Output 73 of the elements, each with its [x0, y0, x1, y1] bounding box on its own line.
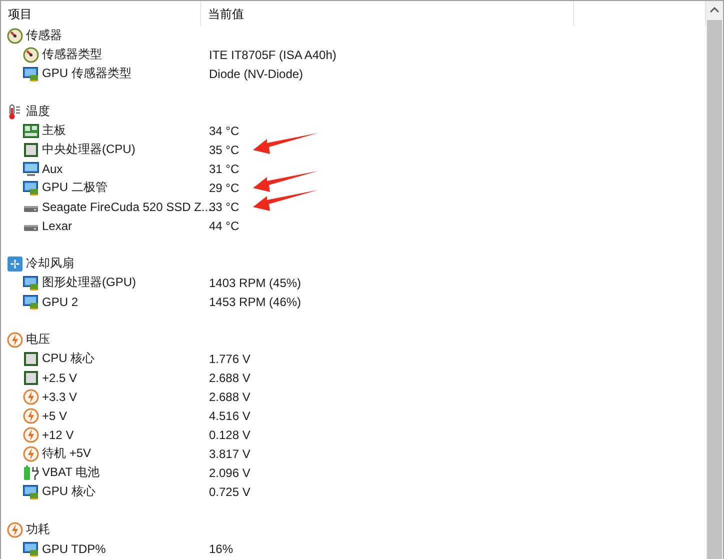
sensor-name[interactable]: Seagate FireCuda 520 SSD Z... [42, 200, 212, 214]
sensor-value: 2.096 V [209, 466, 250, 480]
lightning-icon [23, 426, 39, 442]
sensor-name[interactable]: GPU TDP% [42, 542, 106, 556]
sensor-name[interactable]: 待机 +5V [42, 445, 92, 462]
sensor-name[interactable]: +3.3 V [42, 390, 78, 404]
sensor-name[interactable]: GPU 核心 [42, 483, 96, 500]
sensor-value: 31 °C [209, 162, 240, 176]
gauge-icon [23, 46, 39, 62]
scroll-up-icon[interactable] [710, 6, 719, 12]
lightning-icon [23, 446, 39, 462]
sensor-value: ITE IT8705F (ISA A40h) [209, 48, 336, 62]
sensor-value: 1.776 V [209, 352, 250, 366]
monitor-card-icon [23, 484, 39, 500]
monitor-card-icon [23, 540, 39, 556]
sensor-name[interactable]: GPU 传感器类型 [42, 65, 132, 82]
monitor-icon [23, 160, 39, 176]
lightning-icon [23, 388, 39, 404]
group-label[interactable]: 功耗 [26, 521, 50, 538]
sensor-name[interactable]: Aux [42, 162, 63, 176]
chip-icon [23, 350, 39, 366]
lightning-icon [7, 332, 23, 348]
sensor-name[interactable]: 中央处理器(CPU) [42, 141, 136, 158]
drive-icon [23, 206, 39, 212]
sensor-name[interactable]: GPU 2 [42, 294, 78, 308]
sensor-name[interactable]: VBAT 电池 [42, 464, 100, 481]
group-label[interactable]: 温度 [26, 103, 50, 120]
column-header[interactable]: 当前值 [201, 1, 574, 26]
sensor-value: 16% [209, 542, 234, 556]
circuit-board-icon [23, 122, 39, 138]
sensor-value: 34 °C [209, 124, 240, 138]
column-header[interactable]: 项目 [1, 1, 201, 26]
fan-icon [7, 256, 23, 272]
sensor-name[interactable]: GPU 二极管 [42, 179, 108, 196]
monitor-card-icon [23, 274, 39, 290]
annotation-arrow [253, 132, 319, 154]
sensor-name[interactable]: 图形处理器(GPU) [42, 274, 136, 291]
chip-icon [23, 370, 39, 386]
sensor-value: Diode (NV-Diode) [209, 66, 304, 80]
sensor-name[interactable]: 主板 [42, 122, 66, 139]
chip-icon [23, 142, 39, 158]
sensor-value: 33 °C [209, 200, 240, 214]
annotation-arrow [253, 170, 319, 192]
sensor-value: 0.128 V [209, 428, 250, 442]
thermometer-icon [7, 104, 23, 120]
sensor-value: 2.688 V [209, 370, 250, 384]
sensor-value: 4.516 V [209, 408, 250, 422]
sensor-name[interactable]: 传感器类型 [42, 46, 102, 63]
battery-plug-icon [23, 464, 39, 480]
sensor-value: 1403 RPM (45%) [209, 276, 302, 290]
group-label[interactable]: 传感器 [26, 27, 62, 44]
sensor-name[interactable]: CPU 核心 [42, 350, 95, 367]
sensor-value: 2.688 V [209, 390, 250, 404]
monitor-card-icon [23, 294, 39, 310]
group-label[interactable]: 电压 [26, 331, 50, 348]
monitor-card-icon [23, 66, 39, 82]
lightning-icon [23, 408, 39, 424]
sensor-name[interactable]: +2.5 V [42, 370, 78, 384]
sensor-value: 44 °C [209, 218, 240, 232]
sensor-name[interactable]: +12 V [42, 428, 74, 442]
sensor-value: 35 °C [209, 142, 240, 156]
monitor-card-icon [23, 180, 39, 196]
sensor-value: 29 °C [209, 180, 240, 194]
sensor-value: 0.725 V [209, 484, 250, 498]
group-label[interactable]: 冷却风扇 [26, 255, 74, 272]
gauge-icon [7, 28, 23, 44]
drive-icon [23, 225, 39, 231]
sensor-value: 1453 RPM (46%) [209, 294, 302, 308]
sensor-value: 3.817 V [209, 446, 250, 460]
sensor-name[interactable]: +5 V [42, 408, 68, 422]
lightning-icon [7, 522, 23, 538]
sensor-name[interactable]: Lexar [42, 218, 72, 232]
annotation-arrow [253, 190, 319, 212]
